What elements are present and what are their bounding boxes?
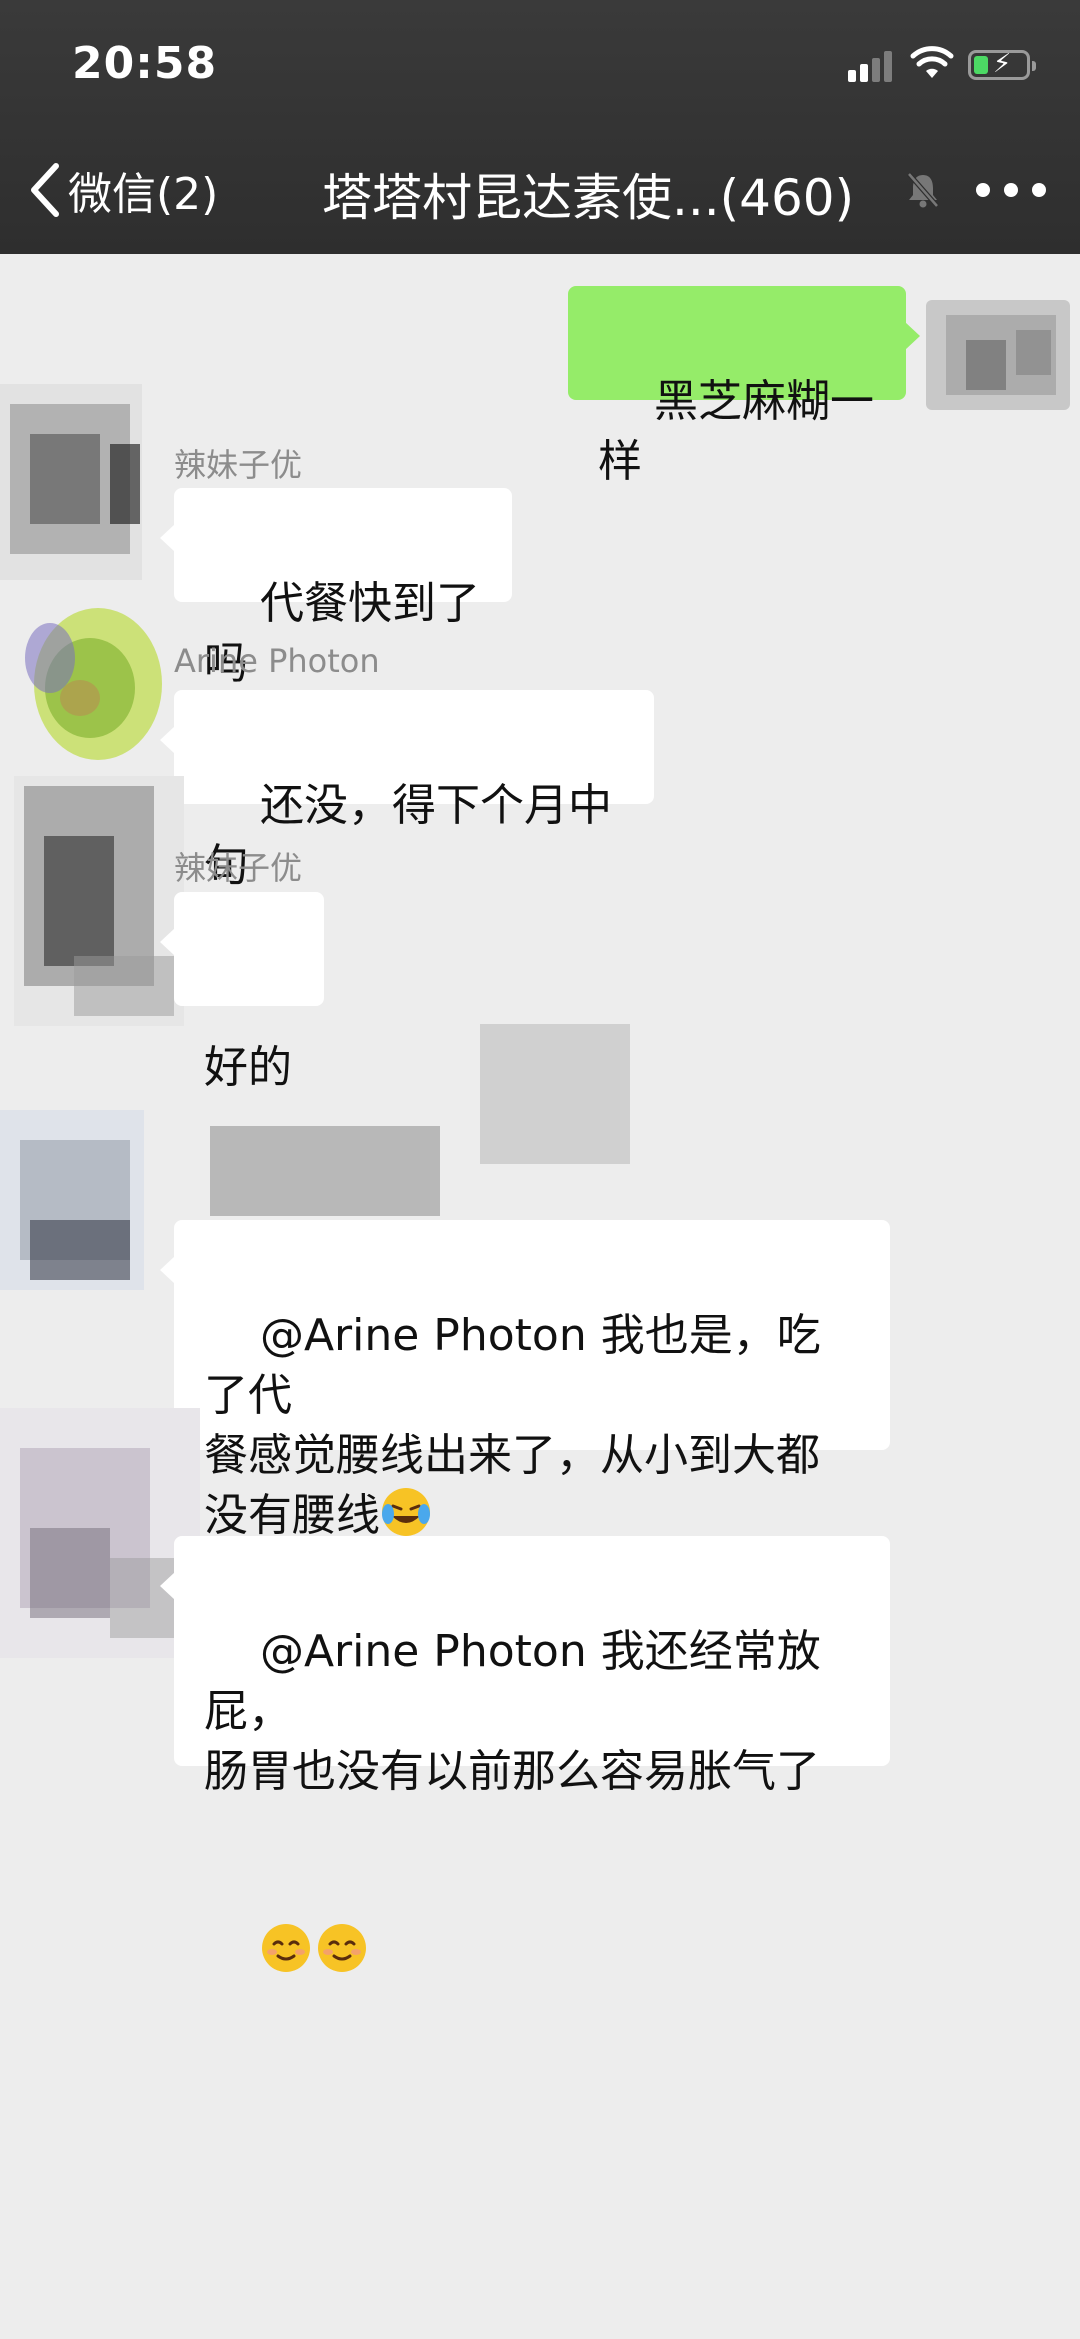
- avatar[interactable]: [0, 1408, 200, 1658]
- back-button[interactable]: 微信(2): [28, 160, 218, 220]
- sender-name: Arine Photon: [174, 642, 380, 680]
- avatar[interactable]: [0, 384, 142, 580]
- message-bubble[interactable]: 好的: [160, 892, 324, 1093]
- avatar[interactable]: [926, 300, 1070, 410]
- chat-title: 塔塔村昆达素使...(460): [322, 169, 855, 227]
- message-text: 黑芝麻糊一样: [598, 376, 874, 487]
- back-label: 微信(2): [68, 169, 219, 220]
- chevron-left-icon: [31, 163, 59, 217]
- dot: [1032, 183, 1046, 197]
- top-bar: 20:58 ⚡ 微信(2) 塔塔村昆达素使...(460): [0, 0, 1080, 254]
- sender-name: 辣妹子优: [174, 849, 303, 887]
- avatar[interactable]: [0, 1110, 144, 1290]
- smiling-face-icon: [261, 1924, 310, 1972]
- cellular-signal-icon: [848, 50, 892, 82]
- dot: [976, 183, 990, 197]
- message-text: 好的: [204, 1042, 292, 1093]
- message-bubble[interactable]: 代餐快到了吗: [160, 488, 512, 689]
- battery-icon: ⚡: [968, 49, 1036, 80]
- avatar[interactable]: [14, 776, 184, 1026]
- wifi-icon: [910, 46, 954, 78]
- message-bubble[interactable]: 还没，得下个月中旬: [160, 690, 654, 891]
- status-time: 20:58: [72, 38, 218, 89]
- avatar[interactable]: [20, 588, 170, 768]
- message-text: @Arine Photon 我还经常放屁， 肠胃也没有以前那么容易胀气了: [204, 1626, 821, 1797]
- mute-bell-icon: [907, 172, 939, 208]
- message-bubble[interactable]: @Arine Photon 我还经常放屁， 肠胃也没有以前那么容易胀气了: [160, 1536, 890, 1972]
- message-bubble-self[interactable]: 黑芝麻糊一样: [568, 286, 920, 487]
- face-with-tears-icon: [382, 1488, 430, 1536]
- smiling-face-icon: [317, 1924, 366, 1972]
- redaction-smudge: [480, 1024, 630, 1164]
- more-options-button[interactable]: [976, 170, 1046, 210]
- sender-name: 辣妹子优: [174, 446, 303, 484]
- redaction-smudge: [210, 1126, 440, 1216]
- message-bubble[interactable]: @Arine Photon 我也是，吃了代 餐感觉腰线出来了，从小到大都 没有腰…: [160, 1220, 890, 1541]
- message-text: @Arine Photon 我也是，吃了代 餐感觉腰线出来了，从小到大都 没有腰…: [204, 1310, 821, 1541]
- dot: [1004, 183, 1018, 197]
